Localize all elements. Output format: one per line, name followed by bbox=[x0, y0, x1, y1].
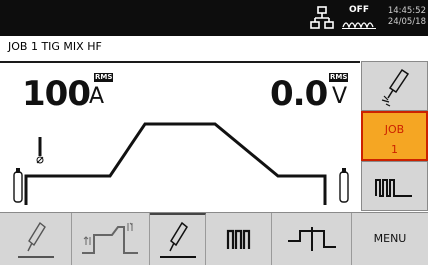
weld-cycle-graph[interactable] bbox=[0, 100, 360, 212]
pulse-button[interactable] bbox=[206, 213, 272, 265]
slope-button[interactable] bbox=[72, 213, 150, 265]
torch-mode-button[interactable] bbox=[150, 213, 206, 265]
square-pulse-button[interactable] bbox=[272, 213, 352, 265]
slope-icon bbox=[82, 222, 138, 254]
right-sidebar: JOB 1 bbox=[361, 61, 428, 211]
post-gas-cylinder-icon[interactable] bbox=[339, 168, 349, 203]
network-icon bbox=[310, 6, 334, 29]
torch-weld-icon bbox=[160, 221, 196, 258]
square-pulse-icon bbox=[288, 227, 336, 251]
torch-weld-icon bbox=[18, 221, 54, 258]
arc-status: OFF bbox=[342, 5, 376, 31]
pre-gas-cylinder-icon[interactable] bbox=[13, 168, 23, 203]
voltage-rms-badge: RMS bbox=[329, 73, 349, 82]
hf-start-marker-icon[interactable] bbox=[36, 137, 44, 164]
current-rms-badge: RMS bbox=[94, 73, 114, 82]
torch-spark-icon bbox=[381, 68, 410, 107]
job-button[interactable]: JOB 1 bbox=[361, 111, 428, 161]
bottom-toolbar: MENU bbox=[0, 212, 428, 265]
pulse-wave-icon bbox=[226, 229, 251, 249]
arc-off-label: OFF bbox=[349, 5, 369, 15]
clock-date: 24/05/18 bbox=[387, 17, 426, 27]
menu-button[interactable]: MENU bbox=[352, 213, 428, 265]
job-button-number: 1 bbox=[391, 143, 398, 156]
weld-cycle-curve bbox=[24, 122, 327, 205]
torch-2t-button[interactable] bbox=[0, 213, 72, 265]
torch-spark-button[interactable] bbox=[361, 61, 428, 111]
waveform-button[interactable] bbox=[361, 161, 428, 211]
waveform-icon bbox=[375, 179, 412, 197]
job-button-label: JOB bbox=[384, 123, 405, 136]
status-bar: OFF 14:45:52 24/05/18 bbox=[0, 0, 428, 36]
menu-button-label: MENU bbox=[373, 232, 407, 245]
clock-time: 14:45:52 bbox=[387, 6, 426, 16]
clock: 14:45:52 24/05/18 bbox=[382, 6, 426, 28]
wave-icon bbox=[342, 22, 376, 29]
job-info-line: JOB 1 TIG MIX HF bbox=[8, 40, 102, 53]
